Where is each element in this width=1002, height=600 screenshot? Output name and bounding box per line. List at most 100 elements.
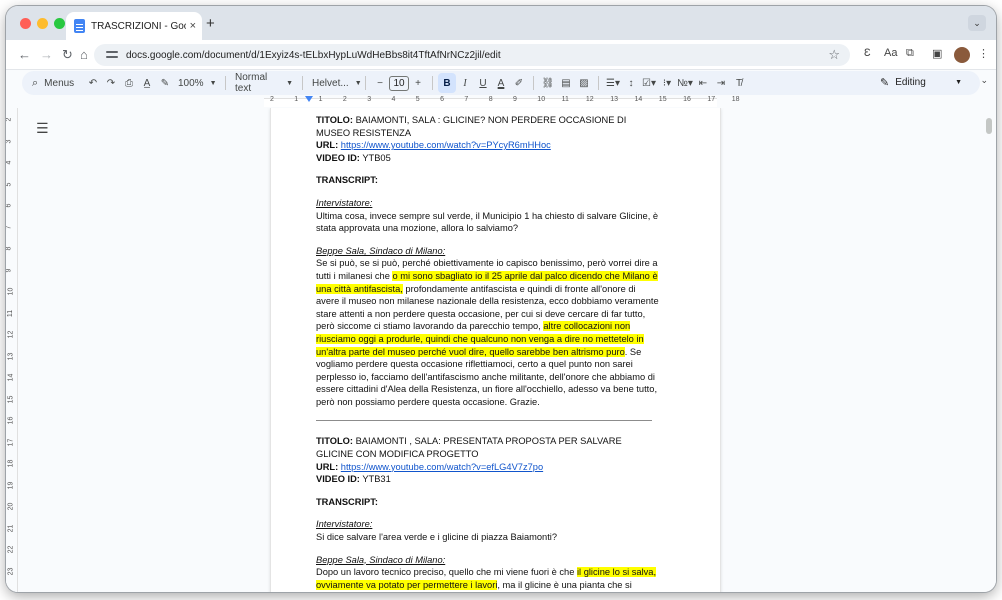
undo-icon[interactable]: ↶ <box>84 73 102 93</box>
document-page[interactable]: TITOLO: BAIAMONTI, SALA : GLICINE? NON P… <box>270 108 721 592</box>
maximize-window-button[interactable] <box>54 18 65 29</box>
tab-search-button[interactable]: ⌄ <box>968 15 986 31</box>
document-outline-icon[interactable]: ☰ <box>36 120 49 137</box>
vertical-ruler-number: 18 <box>7 459 15 468</box>
entry-title: TITOLO: BAIAMONTI , SALA: PRESENTATA PRO… <box>316 435 661 460</box>
address-bar[interactable]: docs.google.com/document/d/1Exyiz4s-tELb… <box>94 44 850 66</box>
video-link[interactable]: https://www.youtube.com/watch?v=PYcyR6mH… <box>341 140 551 150</box>
ruler-number: 6 <box>440 96 444 103</box>
extensions-puzzle-icon[interactable]: ⧉ <box>906 47 914 60</box>
forward-arrow-icon[interactable]: → <box>40 46 53 64</box>
vertical-ruler-number: 15 <box>7 395 15 403</box>
vertical-ruler-number: 9 <box>6 268 13 272</box>
spellcheck-icon[interactable]: A̲ <box>138 73 156 93</box>
extension-aa-icon[interactable]: Aa <box>884 47 897 59</box>
insert-link-icon[interactable]: ⛓ <box>539 73 557 93</box>
zoom-dropdown[interactable]: 100% ▼ <box>174 73 220 93</box>
speaker-label: Intervistatore: <box>316 197 373 208</box>
video-id-value: YTB05 <box>359 152 391 163</box>
ruler-number: 12 <box>585 96 594 103</box>
divider <box>225 76 226 90</box>
chrome-menu-icon[interactable]: ⋮ <box>978 47 989 60</box>
decrease-indent-icon[interactable]: ⇤ <box>694 73 712 93</box>
insert-image-icon[interactable]: ▨ <box>575 73 593 93</box>
home-icon[interactable]: ⌂ <box>80 46 88 64</box>
video-id-label: VIDEO ID: <box>316 474 360 485</box>
ruler-number: 8 <box>488 96 493 103</box>
ruler-number: 11 <box>561 96 569 103</box>
editing-mode-dropdown[interactable]: ✎ Editing ▼ <box>880 73 962 91</box>
ruler-number: 3 <box>367 96 372 103</box>
ruler-number: 14 <box>634 96 643 103</box>
new-tab-button[interactable]: + <box>206 15 215 32</box>
underline-button[interactable]: U <box>474 73 492 93</box>
transcript-label: TRANSCRIPT: <box>316 496 378 507</box>
bookmark-star-icon[interactable]: ☆ <box>828 47 840 63</box>
editing-mode-label: Editing <box>895 76 926 88</box>
question-text: Si dice salvare l'area verde e i glicine… <box>316 532 558 543</box>
indent-marker[interactable] <box>305 96 313 102</box>
profile-avatar[interactable] <box>954 47 970 63</box>
horizontal-rule <box>316 420 652 422</box>
vertical-ruler-number: 14 <box>7 373 15 382</box>
document-canvas: 2 3 4 5 6 7 8 9 10 11 12 13 14 15 16 17 18 19 20 21 22 23 ☰ T… <box>6 108 996 592</box>
reload-icon[interactable]: ↻ <box>62 46 73 64</box>
speaker-label: Beppe Sala, Sindaco di Milano: <box>316 554 446 565</box>
font-value: Helvet... <box>312 77 349 89</box>
align-icon[interactable]: ☰▾ <box>604 73 622 93</box>
increase-indent-icon[interactable]: ⇥ <box>712 73 730 93</box>
menus-button[interactable]: ⌕ Menus <box>22 73 84 93</box>
ruler-number: 2 <box>270 96 274 103</box>
checklist-icon[interactable]: ☑▾ <box>640 73 658 93</box>
scrollbar-thumb[interactable] <box>986 118 992 134</box>
speaker-label: Intervistatore: <box>316 519 373 530</box>
vertical-ruler-number: 4 <box>6 160 13 165</box>
document-content[interactable]: TITOLO: BAIAMONTI, SALA : GLICINE? NON P… <box>316 114 661 592</box>
vertical-ruler-number: 3 <box>6 139 13 143</box>
minimize-window-button[interactable] <box>37 18 48 29</box>
decrease-font-size-icon[interactable]: − <box>371 73 389 93</box>
ruler-number: 1 <box>294 96 299 103</box>
zoom-value: 100% <box>178 77 204 89</box>
video-id-value: YTB31 <box>359 474 391 485</box>
increase-font-size-icon[interactable]: + <box>409 73 427 93</box>
chevron-down-icon: ▼ <box>955 78 962 86</box>
vertical-ruler[interactable]: 2 3 4 5 6 7 8 9 10 11 12 13 14 15 16 17 18 19 20 21 22 23 <box>6 108 18 592</box>
collapse-toolbar-icon[interactable]: ⌄ <box>980 75 988 86</box>
print-icon[interactable]: ⎙ <box>120 73 138 93</box>
ruler-number: 4 <box>391 96 396 103</box>
side-panel-icon[interactable]: ▣ <box>932 47 942 60</box>
italic-button[interactable]: I <box>456 73 474 93</box>
numbered-list-icon[interactable]: №▾ <box>676 73 694 93</box>
close-window-button[interactable] <box>20 18 31 29</box>
font-dropdown[interactable]: Helvet... ▼ <box>308 73 362 93</box>
video-link[interactable]: https://www.youtube.com/watch?v=efLG4V7z… <box>341 462 543 472</box>
ruler-number: 18 <box>731 96 740 103</box>
url-label: URL: <box>316 461 339 472</box>
menus-label: Menus <box>44 77 75 89</box>
extension-e-icon[interactable]: Ɛ <box>864 47 871 59</box>
site-settings-icon[interactable] <box>106 50 118 60</box>
highlight-color-icon[interactable]: ✐ <box>510 73 528 93</box>
answer-segment: Dopo un lavoro tecnico preciso, quello c… <box>316 567 577 578</box>
font-size-input[interactable]: 10 <box>389 75 409 91</box>
style-value: Normal text <box>235 72 268 94</box>
add-comment-icon[interactable]: ▤ <box>557 73 575 93</box>
divider <box>533 76 534 90</box>
back-arrow-icon[interactable]: ← <box>18 46 31 64</box>
ruler-number: 16 <box>683 96 691 103</box>
bold-button[interactable]: B <box>438 73 456 93</box>
bulleted-list-icon[interactable]: ⁝▾ <box>658 73 676 93</box>
style-dropdown[interactable]: Normal text ▼ <box>231 72 297 94</box>
text-color-button[interactable]: A <box>492 73 510 93</box>
clear-formatting-icon[interactable]: T̸ <box>730 73 748 93</box>
browser-tab[interactable]: TRASCRIZIONI - Google Docs × <box>66 12 202 40</box>
redo-icon[interactable]: ↷ <box>102 73 120 93</box>
line-spacing-icon[interactable]: ↕ <box>622 73 640 93</box>
horizontal-ruler[interactable]: 2 1 1 2 3 4 5 6 7 8 9 10 11 12 13 14 15 16 17 18 <box>6 96 996 108</box>
answer-text: Dopo un lavoro tecnico preciso, quello c… <box>316 566 661 592</box>
close-tab-icon[interactable]: × <box>190 20 196 32</box>
paint-format-icon[interactable]: ✎ <box>156 73 174 93</box>
